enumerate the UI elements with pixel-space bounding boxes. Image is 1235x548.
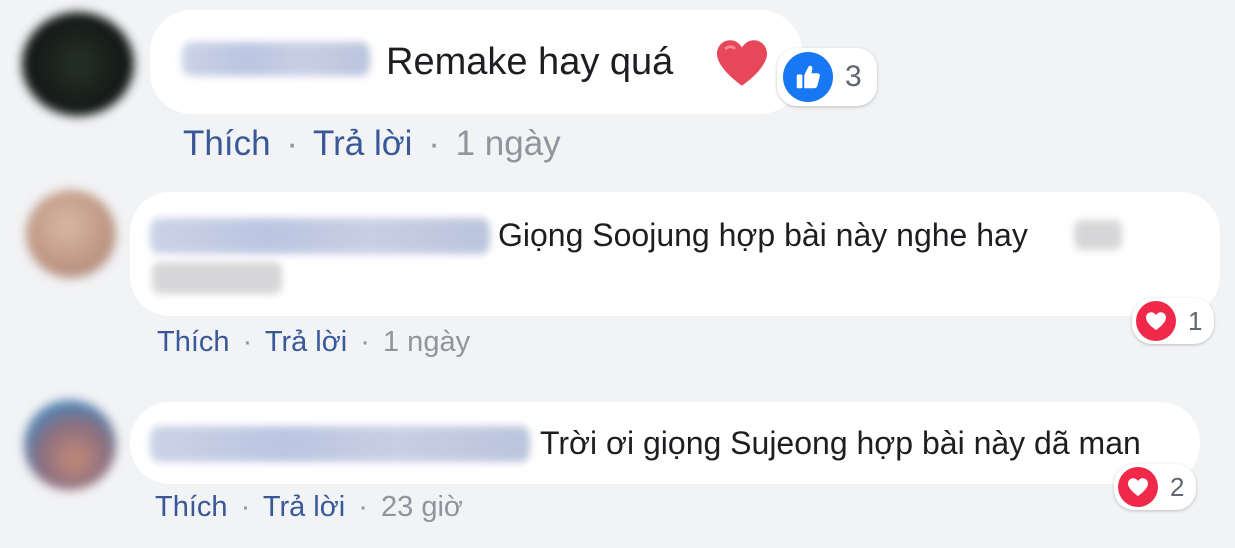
author-name[interactable] <box>150 426 530 462</box>
blurred-text <box>152 262 282 294</box>
comment-actions: Thích · Trả lời · 23 giờ <box>155 489 463 525</box>
love-icon <box>1118 467 1158 507</box>
separator: · <box>360 326 370 358</box>
reaction-summary[interactable]: 1 <box>1132 298 1214 344</box>
separator: · <box>242 326 253 358</box>
reply-link[interactable]: Trả lời <box>313 124 412 163</box>
comment-actions: Thích · Trả lời · 1 ngày <box>183 122 561 166</box>
timestamp[interactable]: 1 ngày <box>456 124 561 163</box>
separator: · <box>428 124 440 163</box>
reply-link[interactable]: Trả lời <box>265 326 347 358</box>
love-icon <box>1136 301 1176 341</box>
comment-text: Giọng Soojung hợp bài này nghe hay <box>498 217 1028 253</box>
comment-text: Remake hay quá <box>386 41 674 83</box>
comment-text: Trời ơi giọng Sujeong hợp bài này dã man <box>540 425 1141 461</box>
separator: · <box>240 491 251 523</box>
separator: · <box>358 491 368 523</box>
reaction-summary[interactable]: 2 <box>1114 464 1196 510</box>
like-link[interactable]: Thích <box>183 124 271 163</box>
author-name[interactable] <box>150 218 490 254</box>
avatar[interactable] <box>22 12 134 116</box>
comment-actions: Thích · Trả lời · 1 ngày <box>157 324 470 360</box>
reaction-count: 3 <box>845 60 862 93</box>
timestamp[interactable]: 23 giờ <box>381 491 463 523</box>
author-name[interactable] <box>182 42 370 76</box>
avatar[interactable] <box>24 400 116 490</box>
like-icon <box>783 52 833 102</box>
timestamp[interactable]: 1 ngày <box>383 326 470 358</box>
reaction-count: 2 <box>1170 471 1185 502</box>
like-link[interactable]: Thích <box>155 491 228 523</box>
reaction-summary[interactable]: 3 <box>777 48 877 106</box>
avatar[interactable] <box>26 190 116 278</box>
reaction-count: 1 <box>1188 305 1203 336</box>
reply-link[interactable]: Trả lời <box>263 491 345 523</box>
blurred-text <box>1074 220 1122 250</box>
separator: · <box>286 124 298 163</box>
like-link[interactable]: Thích <box>157 326 230 358</box>
red-heart-emoji-icon <box>717 40 767 86</box>
